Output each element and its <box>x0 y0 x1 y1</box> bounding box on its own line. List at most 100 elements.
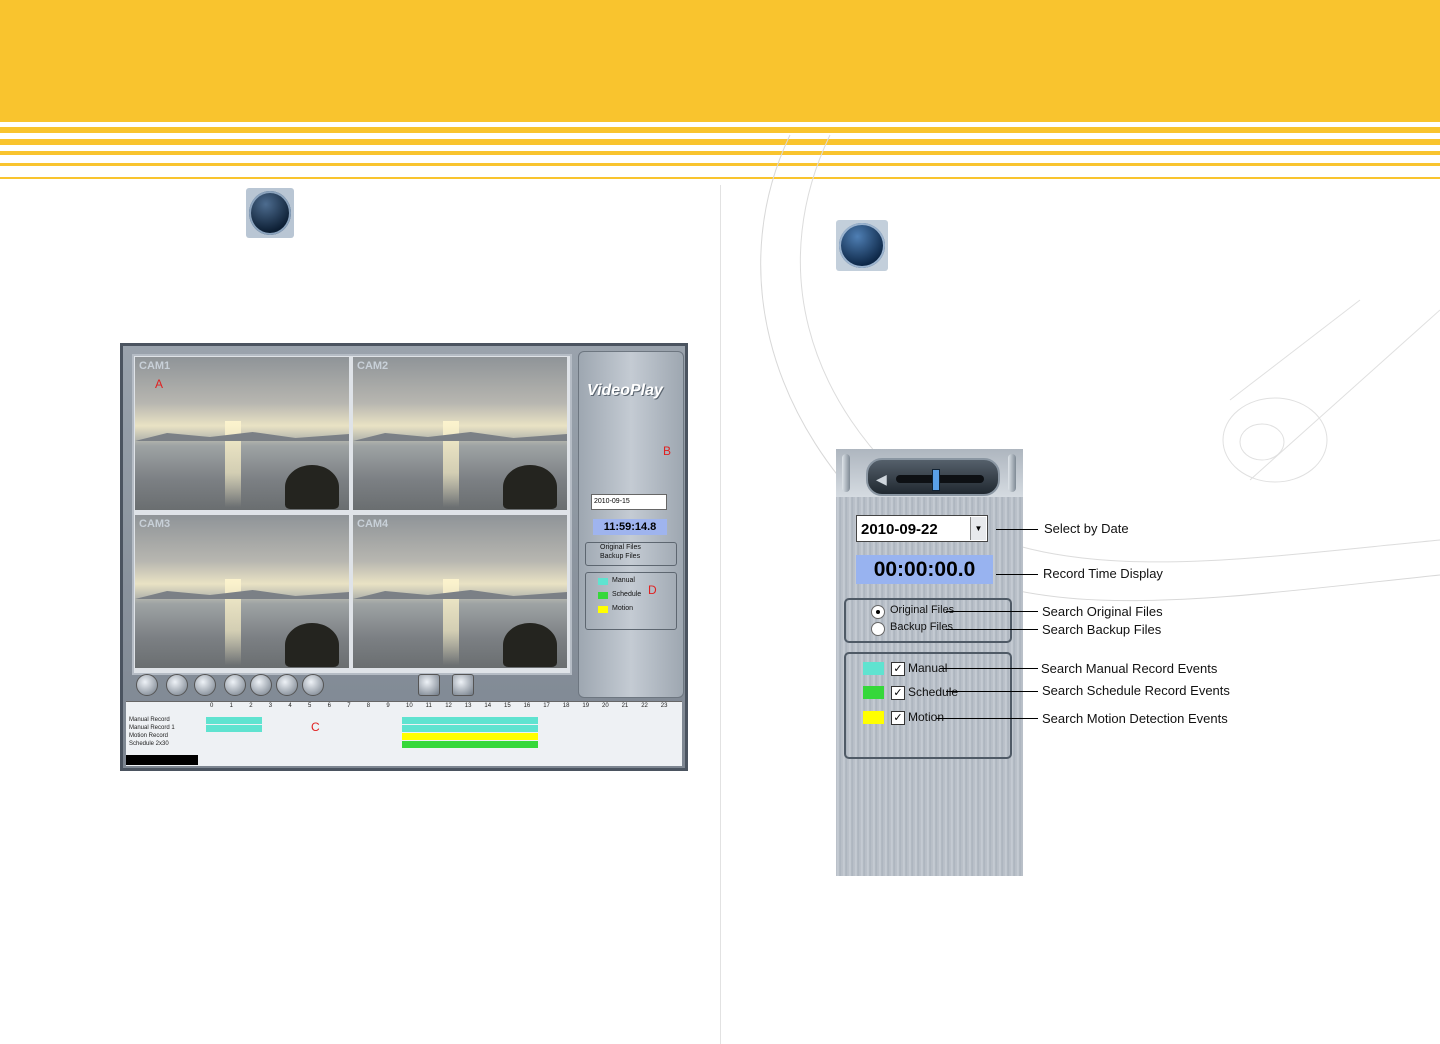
callout-line <box>946 629 1038 630</box>
status-bar <box>126 755 198 765</box>
callout-line <box>946 611 1038 612</box>
timeline-hour-tick: 10 <box>406 703 413 709</box>
camera-view[interactable]: CAM4 <box>353 515 567 668</box>
camera-view[interactable]: CAM2 <box>353 357 567 510</box>
callout-record-time: Record Time Display <box>1043 566 1163 581</box>
timeline-hour-tick: 4 <box>288 703 292 709</box>
timeline-hour-tick: 14 <box>484 703 492 709</box>
callout-line <box>936 718 1038 719</box>
schedule-check[interactable]: Schedule <box>612 591 641 598</box>
timeline-hour-tick: 2 <box>249 703 253 709</box>
callout-select-date: Select by Date <box>1044 521 1129 536</box>
camera-label: CAM4 <box>357 518 389 530</box>
timeline-row-label: Manual Record 1 <box>129 725 175 731</box>
step-forward-button[interactable] <box>276 674 298 696</box>
timeline-hour-tick: 16 <box>523 703 531 709</box>
marker-b: B <box>663 444 672 458</box>
callout-search-original: Search Original Files <box>1042 604 1163 619</box>
schedule-bar <box>402 741 538 748</box>
timeline-hour-tick: 0 <box>210 703 214 709</box>
timeline-hour-tick: 17 <box>543 703 550 709</box>
motion-label: Motion <box>908 710 945 724</box>
timeline-row-label: Schedule 2x30 <box>129 741 169 747</box>
timeline-hour-tick: 23 <box>660 703 668 709</box>
playback-controls <box>132 674 572 698</box>
videoplay-screenshot: CAM1 A CAM2 CAM3 CAM4 VideoPlay B 2010-0… <box>120 343 688 771</box>
manual-bar <box>402 725 538 732</box>
marker-d: D <box>648 583 657 597</box>
timeline-hour-tick: 18 <box>562 703 570 709</box>
schedule-label: Schedule <box>908 685 959 699</box>
timeline-hour-tick: 11 <box>425 703 432 709</box>
camera-label: CAM3 <box>139 518 171 530</box>
timeline-hour-tick: 7 <box>347 703 351 709</box>
timeline-hour-tick: 9 <box>386 703 390 709</box>
callout-line <box>996 574 1038 575</box>
speaker-icon: ◀ <box>876 471 887 487</box>
stop-button[interactable] <box>194 674 216 696</box>
volume-knob[interactable] <box>932 469 940 491</box>
manual-bar <box>402 717 538 724</box>
timeline-hour-tick: 21 <box>621 703 629 709</box>
camera-view[interactable]: CAM1 A <box>135 357 349 510</box>
motion-checkbox[interactable]: ✓ <box>891 711 905 725</box>
camera-label: CAM2 <box>357 360 389 372</box>
callout-search-backup: Search Backup Files <box>1042 622 1162 637</box>
manual-bar <box>206 717 262 724</box>
callout-line <box>940 668 1038 669</box>
time-display: 11:59:14.8 <box>593 519 667 535</box>
chevron-down-icon[interactable]: ▼ <box>970 517 986 540</box>
slow-button[interactable] <box>250 674 272 696</box>
quad-view-button[interactable] <box>452 674 474 696</box>
schedule-checkbox[interactable]: ✓ <box>891 686 905 700</box>
search-panel-detail: ◀ 2010-09-22 ▼ 00:00:00.0 Original Files… <box>836 449 1023 876</box>
backup-files-radio[interactable] <box>871 622 885 636</box>
rewind-button[interactable] <box>166 674 188 696</box>
camera-label: CAM1 <box>139 360 171 372</box>
callout-search-motion: Search Motion Detection Events <box>1042 711 1228 726</box>
manual-check[interactable]: Manual <box>612 577 635 584</box>
manual-bar <box>206 725 262 732</box>
pause-button[interactable] <box>136 674 158 696</box>
manual-checkbox[interactable]: ✓ <box>891 662 905 676</box>
step-back-button[interactable] <box>224 674 246 696</box>
videoplay-logo: VideoPlay <box>587 382 663 399</box>
date-select[interactable]: 2010-09-15 <box>591 494 667 510</box>
timeline-hour-tick: 13 <box>464 703 472 709</box>
single-view-button[interactable] <box>418 674 440 696</box>
camera-view[interactable]: CAM3 <box>135 515 349 668</box>
playback-search-icon[interactable] <box>246 188 294 238</box>
fast-forward-button[interactable] <box>302 674 324 696</box>
volume-area: ◀ <box>836 449 1023 497</box>
volume-track[interactable] <box>896 475 984 483</box>
timeline-row-label: Manual Record <box>129 717 170 723</box>
timeline-hour-tick: 8 <box>366 703 371 709</box>
return-icon[interactable] <box>836 220 888 271</box>
panel-post <box>1008 454 1016 492</box>
motion-color-swatch <box>863 711 884 724</box>
marker-a: A <box>155 377 164 391</box>
date-select[interactable]: 2010-09-22 ▼ <box>856 515 988 542</box>
callout-search-manual: Search Manual Record Events <box>1041 661 1218 676</box>
original-files-label: Original Files <box>890 604 955 616</box>
timeline-hour-tick: 3 <box>268 703 273 709</box>
manual-color-swatch <box>863 662 884 675</box>
motion-bar <box>402 733 538 740</box>
backup-files-option[interactable]: Backup Files <box>600 553 640 560</box>
record-time-display: 00:00:00.0 <box>856 555 993 584</box>
backup-files-label: Backup Files <box>890 621 953 633</box>
timeline-hour-tick: 15 <box>504 703 511 709</box>
date-value: 2010-09-22 <box>861 521 938 538</box>
original-files-radio[interactable] <box>871 605 885 619</box>
control-panel: VideoPlay B 2010-09-15 11:59:14.8 Origin… <box>578 351 684 698</box>
timeline-hour-tick: 20 <box>602 703 609 709</box>
motion-check[interactable]: Motion <box>612 605 633 612</box>
callout-search-schedule: Search Schedule Record Events <box>1042 683 1230 698</box>
timeline-hour-tick: 6 <box>327 703 331 709</box>
original-files-option[interactable]: Original Files <box>600 544 641 551</box>
timeline-hour-tick: 19 <box>582 703 590 709</box>
timeline-row-label: Motion Record <box>129 733 169 739</box>
timeline[interactable]: 0 1 2 3 4 5 6 7 8 9 10 11 12 13 14 15 16 17 18 19 20 21 22 23 M… <box>126 701 682 766</box>
timeline-hour-tick: 5 <box>308 703 312 709</box>
callout-line <box>996 529 1038 530</box>
